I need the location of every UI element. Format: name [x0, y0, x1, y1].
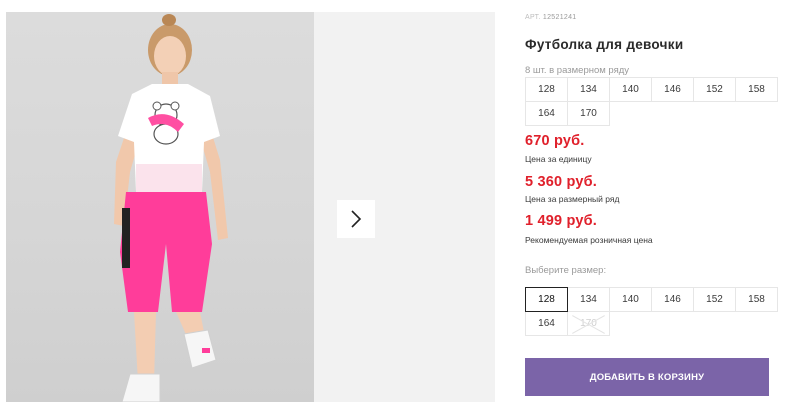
- product-gallery: [6, 12, 495, 402]
- article-number: АРТ. 12521241: [525, 14, 576, 21]
- size-picker-grid: 128 134 140 146 152 158 164 170: [525, 287, 778, 336]
- pack-size-cell: 158: [735, 77, 778, 102]
- size-option-selected[interactable]: 128: [525, 287, 568, 312]
- article-label: АРТ.: [525, 14, 541, 21]
- size-option[interactable]: 158: [735, 287, 778, 312]
- article-value: 12521241: [542, 14, 577, 21]
- pack-size-cell: 170: [567, 101, 610, 126]
- size-option[interactable]: 164: [525, 311, 568, 336]
- chevron-right-icon: [351, 210, 362, 228]
- girl-in-tshirt-photo: [114, 14, 228, 402]
- product-photo[interactable]: [6, 12, 314, 402]
- pack-price: 5 360 руб.: [525, 174, 598, 190]
- product-title: Футболка для девочки: [525, 37, 684, 52]
- pack-size-cell: 146: [651, 77, 694, 102]
- size-option[interactable]: 146: [651, 287, 694, 312]
- pack-size-cell: 164: [525, 101, 568, 126]
- unit-price: 670 руб.: [525, 133, 585, 149]
- retail-price-caption: Рекомендуемая розничная цена: [525, 235, 653, 245]
- unit-price-caption: Цена за единицу: [525, 154, 592, 164]
- pack-size-cell: 152: [693, 77, 736, 102]
- size-option-unavailable: 170: [567, 311, 610, 336]
- size-option[interactable]: 140: [609, 287, 652, 312]
- pack-size-cell: 140: [609, 77, 652, 102]
- pack-size-cell: 128: [525, 77, 568, 102]
- pack-price-caption: Цена за размерный ряд: [525, 194, 620, 204]
- pack-size-note: 8 шт. в размерном ряду: [525, 65, 630, 76]
- pack-sizes-grid: 128 134 140 146 152 158 164 170: [525, 77, 778, 126]
- add-to-cart-button[interactable]: ДОБАВИТЬ В КОРЗИНУ: [525, 358, 769, 396]
- product-info-panel: АРТ. 12521241 Футболка для девочки 8 шт.…: [525, 0, 787, 402]
- size-option[interactable]: 134: [567, 287, 610, 312]
- pack-size-cell: 134: [567, 77, 610, 102]
- retail-price: 1 499 руб.: [525, 213, 598, 229]
- next-photo-button[interactable]: [337, 200, 375, 238]
- size-option[interactable]: 152: [693, 287, 736, 312]
- size-picker-label: Выберите размер:: [525, 265, 607, 276]
